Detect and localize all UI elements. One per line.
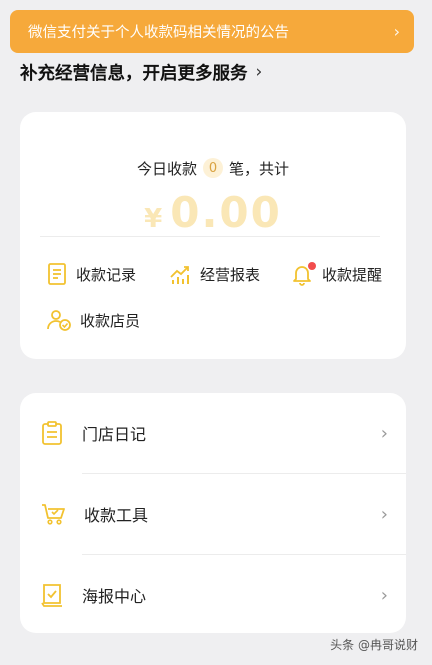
action-label: 收款店员 [80,311,141,330]
action-label: 收款提醒 [322,265,383,284]
chevron-right-icon: › [393,22,400,41]
divider [40,236,380,237]
menu-item-label: 收款工具 [84,506,149,525]
today-amount: ¥ 0.00 [20,188,406,238]
payment-records-button[interactable]: 收款记录 [46,262,136,286]
announcement-banner[interactable]: 微信支付关于个人收款码相关情况的公告 › [10,10,414,53]
menu-item-label: 门店日记 [82,425,147,444]
menu-item-poster-center[interactable]: 海报中心 › [20,555,406,633]
complete-business-info-link[interactable]: 补充经营信息，开启更多服务 › [20,58,262,86]
announcement-text: 微信支付关于个人收款码相关情况的公告 [28,25,289,41]
chevron-right-icon: › [255,62,263,82]
chevron-right-icon: › [380,503,388,525]
payment-staff-button[interactable]: 收款店员 [46,308,140,332]
chevron-right-icon: › [380,584,388,606]
payment-summary-card: 今日收款 0 笔，共计 ¥ 0.00 收款记录 经营报表 收款提醒 收款店员 [20,112,406,359]
business-report-button[interactable]: 经营报表 [168,262,260,286]
cart-icon [42,504,65,525]
today-suffix: 笔，共计 [229,159,290,178]
today-summary: 今日收款 0 笔，共计 [20,156,406,180]
menu-item-store-diary[interactable]: 门店日记 › [20,393,406,473]
watermark-text: 头条 @冉哥说财 [330,638,418,652]
notification-dot [308,262,316,270]
action-label: 收款记录 [76,265,137,284]
watermark: 头条 @冉哥说财 [330,636,418,653]
chevron-right-icon: › [380,422,388,444]
action-label: 经营报表 [200,265,261,284]
currency-symbol: ¥ [144,204,163,234]
bell-icon-wrapper [290,262,316,286]
amount-value: 0.00 [170,188,282,237]
info-link-text: 补充经营信息，开启更多服务 [20,63,248,84]
payment-reminder-button[interactable]: 收款提醒 [290,262,382,286]
menu-item-payment-tools[interactable]: 收款工具 › [20,474,406,554]
chart-trend-icon [170,266,189,284]
payment-count-badge: 0 [203,158,223,178]
receipt-list-icon [48,263,66,285]
poster-icon [41,584,62,607]
tools-menu-card: 门店日记 › 收款工具 › 海报中心 › [20,393,406,633]
staff-check-icon [47,310,71,331]
clipboard-icon [42,421,62,445]
today-prefix: 今日收款 [136,159,197,178]
menu-item-label: 海报中心 [82,587,147,606]
